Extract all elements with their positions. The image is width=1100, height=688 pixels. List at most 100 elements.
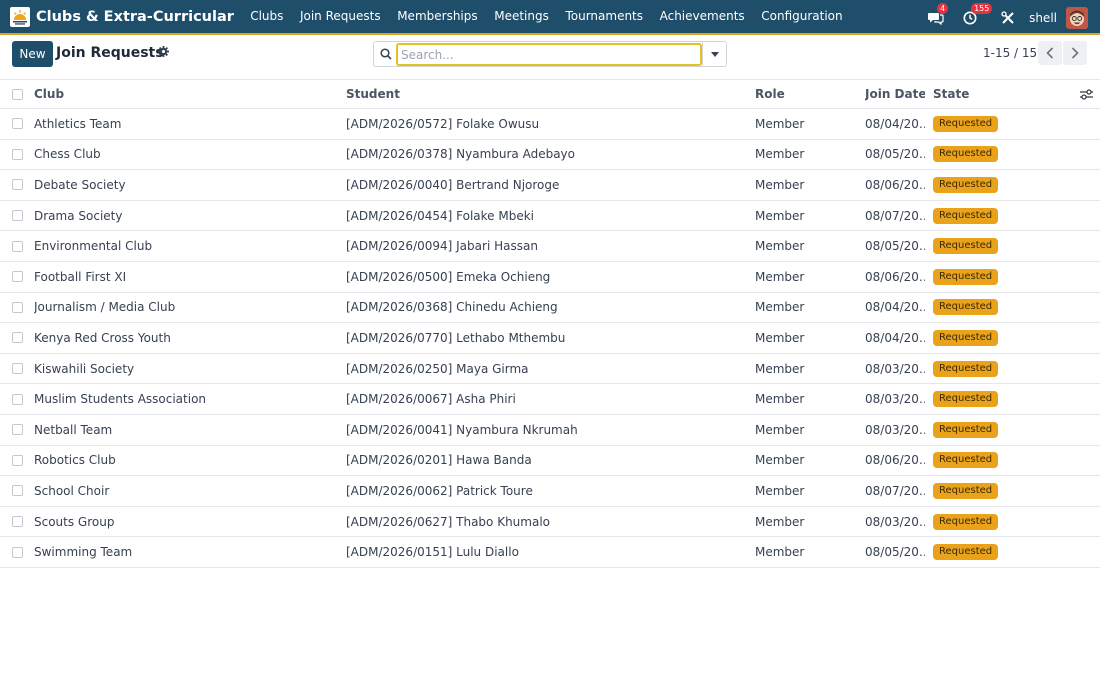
state-cell[interactable]: Requested <box>933 170 1063 200</box>
user-avatar[interactable] <box>1066 6 1088 29</box>
state-cell[interactable]: Requested <box>933 262 1063 292</box>
student-cell[interactable]: [ADM/2026/0454] Folake Mbeki <box>346 201 746 231</box>
join-date-cell[interactable]: 08/04/20… <box>865 323 925 353</box>
role-cell[interactable]: Member <box>755 140 855 170</box>
new-button[interactable]: New <box>12 41 53 67</box>
student-cell[interactable]: [ADM/2026/0250] Maya Girma <box>346 354 746 384</box>
row-checkbox[interactable] <box>12 179 23 191</box>
column-header-join-date[interactable]: Join Date <box>865 80 925 108</box>
row-checkbox[interactable] <box>12 485 23 497</box>
join-date-cell[interactable]: 08/05/20… <box>865 537 925 567</box>
state-cell[interactable]: Requested <box>933 140 1063 170</box>
user-name[interactable]: shell <box>1029 11 1057 25</box>
role-cell[interactable]: Member <box>755 293 855 323</box>
state-cell[interactable]: Requested <box>933 476 1063 506</box>
table-row[interactable]: Drama Society [ADM/2026/0454] Folake Mbek… <box>0 201 1100 232</box>
student-cell[interactable]: [ADM/2026/0201] Hawa Banda <box>346 446 746 476</box>
pager-next-button[interactable] <box>1063 41 1087 65</box>
row-checkbox[interactable] <box>12 148 23 160</box>
join-date-cell[interactable]: 08/06/20… <box>865 262 925 292</box>
menu-achievements[interactable]: Achievements <box>651 0 753 34</box>
student-cell[interactable]: [ADM/2026/0041] Nyambura Nkrumah <box>346 415 746 445</box>
role-cell[interactable]: Member <box>755 384 855 414</box>
club-cell[interactable]: Netball Team <box>34 415 334 445</box>
role-cell[interactable]: Member <box>755 354 855 384</box>
role-cell[interactable]: Member <box>755 170 855 200</box>
student-cell[interactable]: [ADM/2026/0040] Bertrand Njoroge <box>346 170 746 200</box>
row-checkbox[interactable] <box>12 271 23 283</box>
club-cell[interactable]: Journalism / Media Club <box>34 293 334 323</box>
club-cell[interactable]: Muslim Students Association <box>34 384 334 414</box>
table-row[interactable]: Debate Society [ADM/2026/0040] Bertrand N… <box>0 170 1100 201</box>
select-all-checkbox[interactable] <box>12 88 23 100</box>
row-checkbox[interactable] <box>12 546 23 558</box>
student-cell[interactable]: [ADM/2026/0094] Jabari Hassan <box>346 231 746 261</box>
join-date-cell[interactable]: 08/05/20… <box>865 231 925 261</box>
table-row[interactable]: School Choir [ADM/2026/0062] Patrick Tour… <box>0 476 1100 507</box>
club-cell[interactable]: Kenya Red Cross Youth <box>34 323 334 353</box>
table-row[interactable]: Scouts Group [ADM/2026/0627] Thabo Khumal… <box>0 507 1100 538</box>
club-cell[interactable]: Drama Society <box>34 201 334 231</box>
club-cell[interactable]: School Choir <box>34 476 334 506</box>
role-cell[interactable]: Member <box>755 109 855 139</box>
role-cell[interactable]: Member <box>755 476 855 506</box>
club-cell[interactable]: Debate Society <box>34 170 334 200</box>
state-cell[interactable]: Requested <box>933 507 1063 537</box>
join-date-cell[interactable]: 08/06/20… <box>865 170 925 200</box>
table-row[interactable]: Environmental Club [ADM/2026/0094] Jabari… <box>0 231 1100 262</box>
menu-memberships[interactable]: Memberships <box>389 0 486 34</box>
club-cell[interactable]: Chess Club <box>34 140 334 170</box>
join-date-cell[interactable]: 08/03/20… <box>865 384 925 414</box>
row-checkbox[interactable] <box>12 454 23 466</box>
club-cell[interactable]: Kiswahili Society <box>34 354 334 384</box>
join-date-cell[interactable]: 08/03/20… <box>865 354 925 384</box>
app-name[interactable]: Clubs & Extra-Curricular <box>36 9 234 25</box>
row-checkbox[interactable] <box>12 363 23 375</box>
student-cell[interactable]: [ADM/2026/0770] Lethabo Mthembu <box>346 323 746 353</box>
student-cell[interactable]: [ADM/2026/0151] Lulu Diallo <box>346 537 746 567</box>
table-row[interactable]: Kenya Red Cross Youth [ADM/2026/0770] Let… <box>0 323 1100 354</box>
menu-tournaments[interactable]: Tournaments <box>557 0 651 34</box>
optional-columns-toggle[interactable] <box>1080 80 1094 108</box>
student-cell[interactable]: [ADM/2026/0627] Thabo Khumalo <box>346 507 746 537</box>
join-date-cell[interactable]: 08/03/20… <box>865 507 925 537</box>
join-date-cell[interactable]: 08/07/20… <box>865 201 925 231</box>
row-checkbox[interactable] <box>12 393 23 405</box>
messages-button[interactable]: 4 <box>926 2 949 28</box>
join-date-cell[interactable]: 08/06/20… <box>865 446 925 476</box>
row-checkbox[interactable] <box>12 210 23 222</box>
join-date-cell[interactable]: 08/07/20… <box>865 476 925 506</box>
row-checkbox[interactable] <box>12 118 23 130</box>
student-cell[interactable]: [ADM/2026/0572] Folake Owusu <box>346 109 746 139</box>
table-row[interactable]: Robotics Club [ADM/2026/0201] Hawa Banda M… <box>0 446 1100 477</box>
state-cell[interactable]: Requested <box>933 415 1063 445</box>
state-cell[interactable]: Requested <box>933 446 1063 476</box>
student-cell[interactable]: [ADM/2026/0500] Emeka Ochieng <box>346 262 746 292</box>
row-checkbox[interactable] <box>12 424 23 436</box>
column-header-state[interactable]: State <box>933 80 1063 108</box>
join-date-cell[interactable]: 08/05/20… <box>865 140 925 170</box>
table-row[interactable]: Muslim Students Association [ADM/2026/006… <box>0 384 1100 415</box>
join-date-cell[interactable]: 08/03/20… <box>865 415 925 445</box>
search-input[interactable] <box>396 43 702 66</box>
join-date-cell[interactable]: 08/04/20… <box>865 293 925 323</box>
state-cell[interactable]: Requested <box>933 384 1063 414</box>
table-row[interactable]: Chess Club [ADM/2026/0378] Nyambura Adeba… <box>0 140 1100 171</box>
table-row[interactable]: Swimming Team [ADM/2026/0151] Lulu Diallo… <box>0 537 1100 568</box>
role-cell[interactable]: Member <box>755 537 855 567</box>
row-checkbox[interactable] <box>12 240 23 252</box>
gear-icon[interactable] <box>158 46 169 60</box>
state-cell[interactable]: Requested <box>933 109 1063 139</box>
column-header-role[interactable]: Role <box>755 80 855 108</box>
student-cell[interactable]: [ADM/2026/0368] Chinedu Achieng <box>346 293 746 323</box>
join-date-cell[interactable]: 08/04/20… <box>865 109 925 139</box>
row-checkbox[interactable] <box>12 516 23 528</box>
pager-previous-button[interactable] <box>1038 41 1062 65</box>
role-cell[interactable]: Member <box>755 201 855 231</box>
role-cell[interactable]: Member <box>755 262 855 292</box>
pager-value[interactable]: 1-15 / 15 <box>983 46 1037 60</box>
state-cell[interactable]: Requested <box>933 323 1063 353</box>
club-cell[interactable]: Swimming Team <box>34 537 334 567</box>
table-row[interactable]: Kiswahili Society [ADM/2026/0250] Maya Gi… <box>0 354 1100 385</box>
state-cell[interactable]: Requested <box>933 293 1063 323</box>
